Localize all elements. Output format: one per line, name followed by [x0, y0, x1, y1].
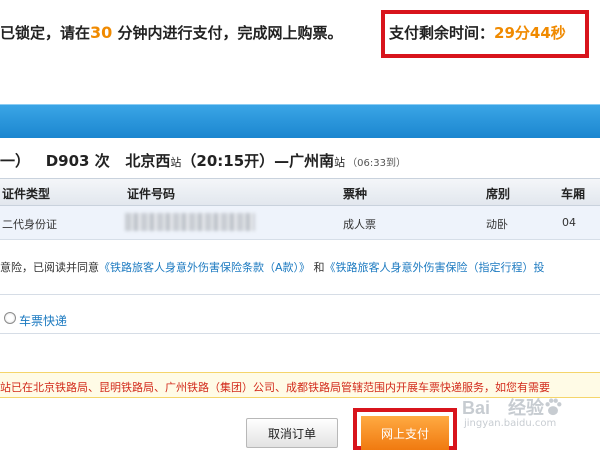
- express-option-label[interactable]: 车票快递: [19, 312, 67, 329]
- insurance-agreement: 意险，已阅读并同意《铁路旅客人身意外伤害保险条款（A款）》 和《铁路旅客人身意外…: [0, 259, 545, 275]
- arrival-time: （06:33到）: [347, 158, 406, 169]
- paw-icon: [545, 398, 562, 416]
- cell-car: 04: [562, 216, 576, 229]
- timer-value: 29分44秒: [494, 24, 566, 42]
- lock-notice: 已锁定，请在30 分钟内进行支付，完成网上购票。: [0, 22, 343, 44]
- watermark-site: jingyan.baidu.com: [464, 418, 557, 429]
- cell-ticket-type: 成人票: [343, 218, 376, 231]
- id-number-blurred: [125, 213, 255, 231]
- col-header-seat-class: 席别: [486, 187, 511, 201]
- timer-label: 支付剩余时间：: [389, 24, 495, 42]
- passenger-table-header: 证件类型 证件号码 票种 席别 车厢: [0, 178, 600, 206]
- table-row: 二代身份证 成人票 动卧 04: [0, 206, 600, 240]
- train-number: D903: [45, 152, 90, 170]
- arrival-station: 广州南: [289, 152, 335, 170]
- col-header-id-type: 证件类型: [2, 187, 51, 201]
- online-pay-button[interactable]: 网上支付: [361, 416, 449, 450]
- divider: [0, 294, 600, 295]
- insurance-terms-link-a[interactable]: 《铁路旅客人身意外伤害保险条款（A款）》: [99, 261, 310, 274]
- lock-notice-suffix: 分钟内进行支付，完成网上购票。: [117, 24, 343, 42]
- train-info-prefix: 一）: [0, 152, 31, 170]
- watermark-logo-tail: 经验: [508, 398, 545, 418]
- train-number-suffix: 次: [94, 152, 110, 170]
- cell-seat-class: 动卧: [486, 218, 508, 231]
- watermark-logo-text: Bai: [462, 398, 491, 418]
- express-radio[interactable]: [4, 312, 16, 324]
- insurance-itinerary-link[interactable]: 《铁路旅客人身意外伤害保险（指定行程）投: [325, 261, 545, 274]
- cancel-order-button[interactable]: 取消订单: [246, 418, 338, 448]
- payment-timer: 支付剩余时间：29分44秒: [389, 22, 566, 44]
- insurance-prefix: 意险，已阅读并同意: [0, 261, 99, 274]
- divider: [0, 333, 600, 334]
- payment-window-minutes: 30: [90, 23, 113, 42]
- col-header-id-number: 证件号码: [127, 187, 176, 201]
- departure-time: （20:15开）: [181, 152, 275, 170]
- col-header-ticket-type: 票种: [343, 187, 368, 201]
- insurance-and: 和: [313, 261, 325, 274]
- watermark-logo: Bai 经验: [462, 394, 562, 420]
- arrival-station-suffix: 站: [334, 156, 346, 169]
- baidu-jingyan-watermark: Bai 经验 jingyan.baidu.com: [462, 394, 600, 434]
- section-header-band: [0, 104, 600, 138]
- lock-notice-prefix: 已锁定，请在: [0, 24, 91, 42]
- train-info: 一） D903 次 北京西站（20:15开）—广州南站 （06:33到）: [0, 150, 406, 172]
- express-service-notice-text: 站已在北京铁路局、昆明铁路局、广州铁路（集团）公司、成都铁路局管辖范围内开展车票…: [0, 381, 550, 394]
- cell-id-type: 二代身份证: [2, 218, 57, 231]
- departure-station: 北京西: [125, 152, 171, 170]
- route-dash: —: [274, 152, 290, 170]
- col-header-car: 车厢: [561, 187, 586, 201]
- departure-station-suffix: 站: [170, 156, 182, 169]
